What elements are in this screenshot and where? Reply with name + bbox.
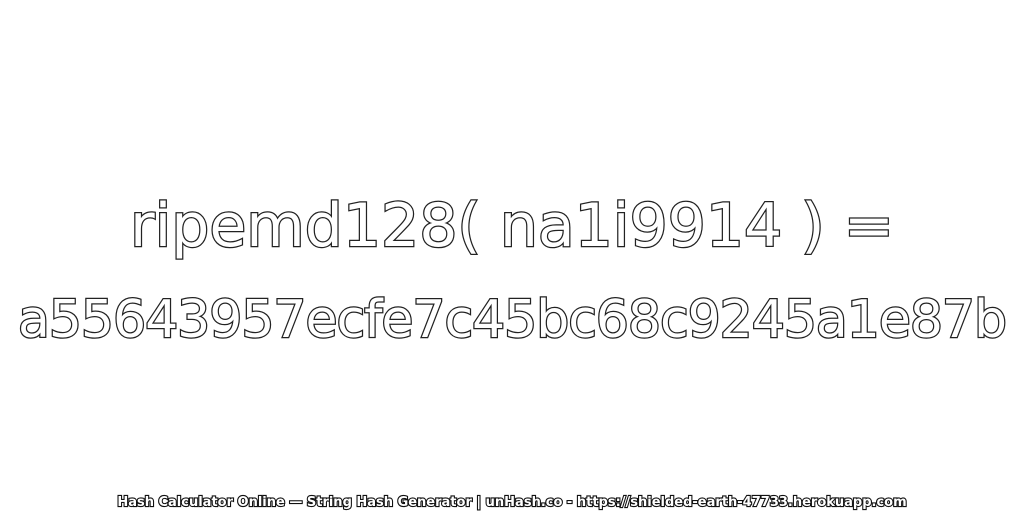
hash-digest: a55643957ecfe7c45bc68c9245a1e87b [17,289,1009,352]
hash-image-canvas: ripemd128( na1i9914 ) = a55643957ecfe7c4… [0,0,1024,512]
footer-caption: Hash Calculator Online — String Hash Gen… [116,494,908,511]
hash-expression: ripemd128( na1i9914 ) = [129,190,896,263]
